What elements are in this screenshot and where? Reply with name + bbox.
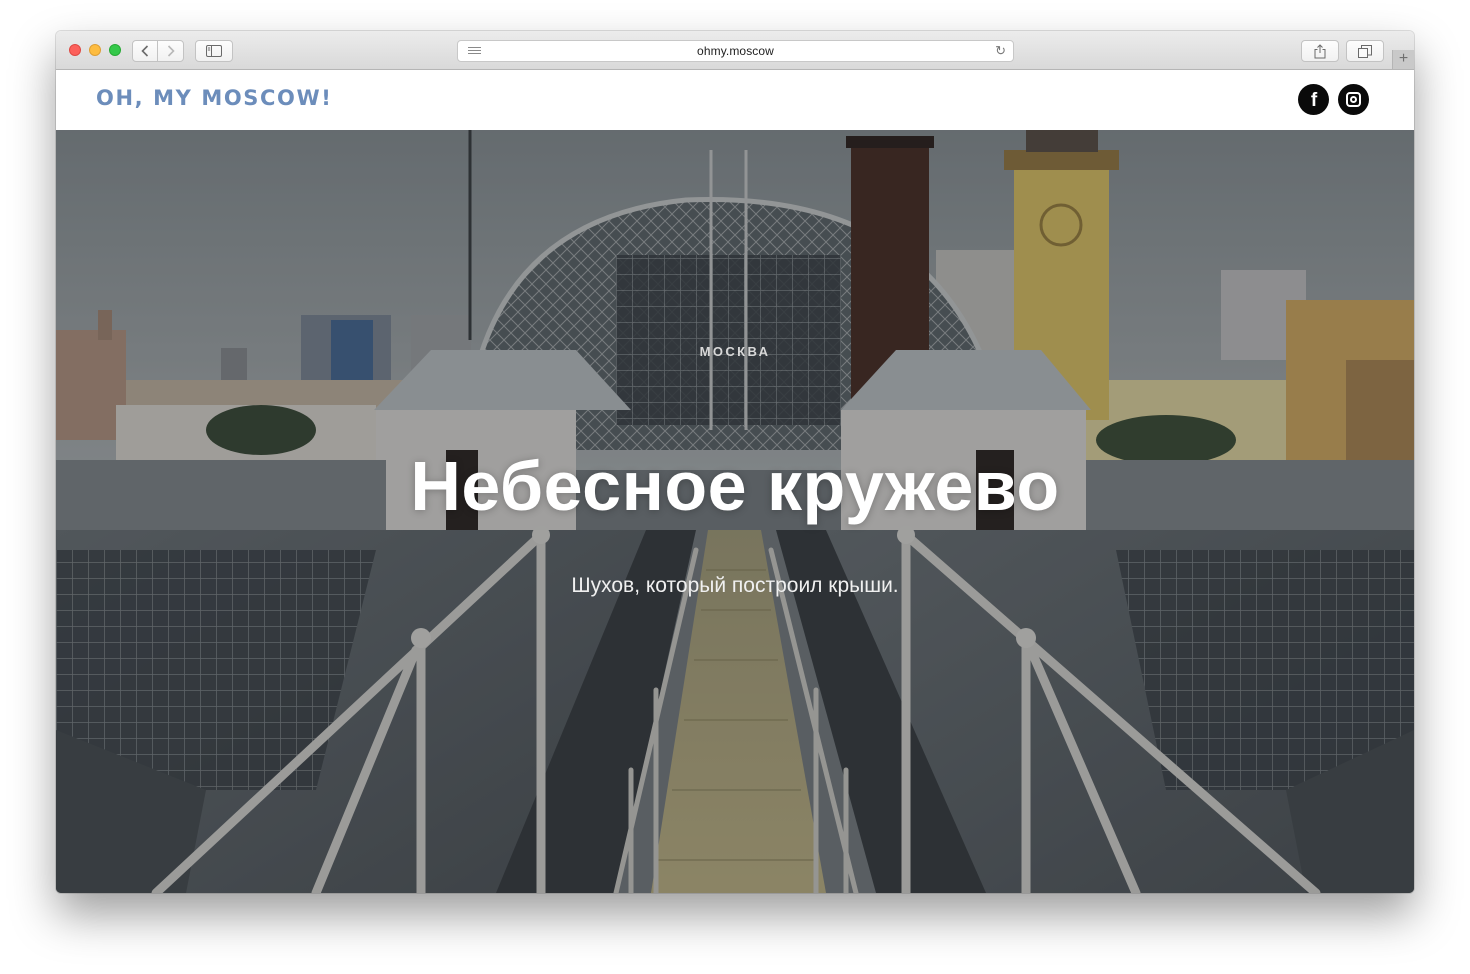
facebook-icon: f bbox=[1310, 89, 1318, 111]
hero-title[interactable]: Небесное кружево bbox=[56, 446, 1414, 526]
close-window-button[interactable] bbox=[69, 44, 81, 56]
site-header: OH, MY MOSCOW! f bbox=[56, 70, 1414, 130]
browser-window: ohmy.moscow ↻ + OH, MY MOSCOW! f МОСКВА … bbox=[56, 31, 1414, 893]
sidebar-toggle-button[interactable] bbox=[195, 40, 233, 62]
hero-subtitle: Шухов, который построил крыши. bbox=[571, 574, 899, 597]
chevron-right-icon bbox=[167, 45, 175, 57]
site-logo[interactable]: OH, MY MOSCOW! bbox=[96, 86, 332, 110]
share-icon bbox=[1314, 43, 1326, 58]
instagram-icon bbox=[1346, 92, 1361, 107]
new-tab-button[interactable]: + bbox=[1392, 50, 1414, 69]
back-button[interactable] bbox=[132, 40, 158, 62]
address-url: ohmy.moscow bbox=[697, 44, 774, 58]
facebook-button[interactable]: f bbox=[1298, 84, 1329, 115]
sidebar-icon bbox=[206, 45, 222, 57]
address-bar[interactable]: ohmy.moscow ↻ bbox=[457, 40, 1014, 62]
instagram-button[interactable] bbox=[1338, 84, 1369, 115]
forward-button[interactable] bbox=[157, 40, 184, 62]
tab-overview-button[interactable] bbox=[1346, 40, 1384, 62]
share-button[interactable] bbox=[1301, 40, 1339, 62]
minimize-window-button[interactable] bbox=[89, 44, 101, 56]
browser-toolbar: ohmy.moscow ↻ + bbox=[56, 31, 1414, 70]
tab-overview-icon bbox=[1358, 44, 1372, 58]
zoom-window-button[interactable] bbox=[109, 44, 121, 56]
plus-icon: + bbox=[1398, 50, 1409, 67]
hero-category-label[interactable]: МОСКВА bbox=[56, 344, 1414, 359]
hero-section: МОСКВА Небесное кружево Шухов, который п… bbox=[56, 130, 1414, 893]
chevron-left-icon bbox=[141, 45, 149, 57]
reload-icon[interactable]: ↻ bbox=[995, 43, 1006, 59]
